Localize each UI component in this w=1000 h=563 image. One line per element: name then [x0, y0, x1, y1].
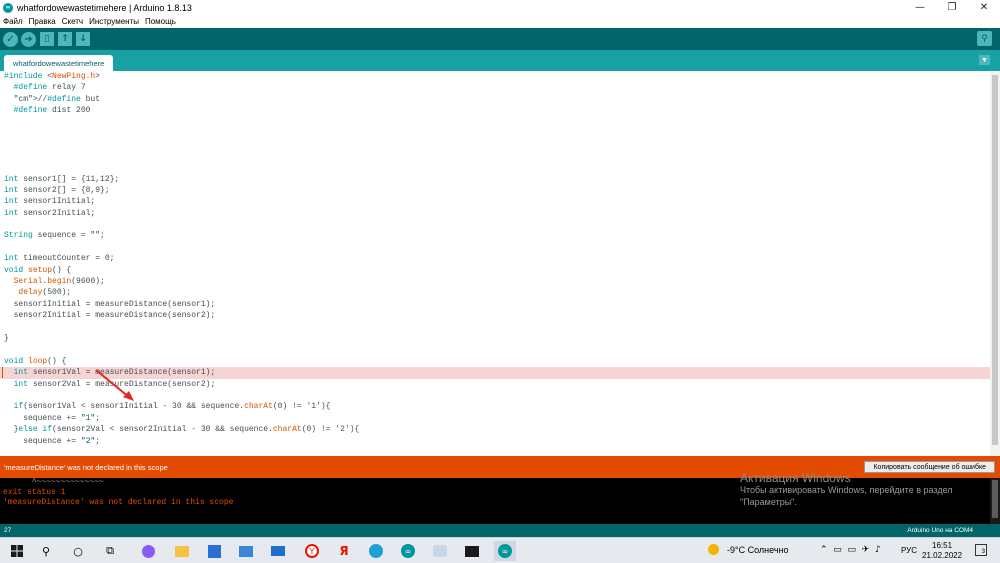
code-line[interactable]: }else if(sensor2Val < sensor2Initial - 3… — [0, 424, 990, 435]
system-tray-icons[interactable]: ⌃ ▭ ▭ ✈ ♪ — [820, 545, 881, 555]
editor-scrollbar[interactable] — [990, 71, 1000, 456]
yandex-icon[interactable]: Я — [336, 543, 352, 559]
code-line[interactable]: Serial.begin(9600); — [0, 276, 990, 287]
minimize-button[interactable]: — — [904, 0, 936, 15]
console-scrollbar-thumb[interactable] — [992, 480, 998, 518]
code-line[interactable]: void setup() { — [0, 265, 990, 276]
activation-line1: Чтобы активировать Windows, перейдите в … — [740, 485, 953, 495]
code-line[interactable]: int sensor1[] = {11,12}; — [0, 174, 990, 185]
photos-icon[interactable] — [238, 543, 254, 559]
menu-tools[interactable]: Инструменты — [86, 17, 142, 26]
close-button[interactable]: ✕ — [968, 0, 1000, 15]
red-arrow-annotation — [95, 369, 134, 401]
code-line[interactable] — [0, 344, 990, 355]
code-line[interactable]: #include <NewPing.h> — [0, 71, 990, 82]
arduino-taskbar-icon[interactable]: ∞ — [400, 543, 416, 559]
code-line[interactable]: delay(500); — [0, 287, 990, 298]
status-bar: 27 Arduino Uno на COM4 — [0, 524, 1000, 537]
code-line[interactable]: "cm">//#define but — [0, 94, 990, 105]
code-line[interactable] — [0, 162, 990, 173]
task-view-icon[interactable]: ⧉ — [102, 543, 118, 559]
weather-widget[interactable]: -9°C Солнечно — [708, 544, 789, 555]
edge-icon[interactable] — [368, 543, 384, 559]
maximize-button[interactable]: ❐ — [936, 0, 968, 15]
clock[interactable]: 16:51 21.02.2022 — [922, 541, 962, 561]
board-port: Arduino Uno на COM4 — [907, 527, 973, 534]
alice-icon[interactable] — [140, 543, 156, 559]
code-line[interactable]: int sensor1Initial; — [0, 196, 990, 207]
code-line[interactable]: int sensor2[] = {8,9}; — [0, 185, 990, 196]
menu-file[interactable]: Файл — [0, 17, 26, 26]
code-line[interactable]: sequence += "2"; — [0, 436, 990, 447]
arrow-up-icon[interactable]: ↑ — [58, 32, 72, 46]
input-language[interactable]: РУС — [901, 546, 917, 555]
code-line[interactable] — [0, 128, 990, 139]
clock-time: 16:51 — [932, 541, 953, 550]
file-explorer-icon[interactable] — [174, 543, 190, 559]
code-line[interactable]: } — [0, 333, 990, 344]
code-line[interactable]: sensor2Initial = measureDistance(sensor2… — [0, 310, 990, 321]
mail-icon[interactable] — [270, 543, 286, 559]
code-line[interactable] — [0, 322, 990, 333]
code-line[interactable]: int timeoutCounter = 0; — [0, 253, 990, 264]
cortana-icon[interactable]: ○ — [70, 543, 86, 559]
tab-menu-chevron-down-icon[interactable]: ▼ — [979, 55, 990, 65]
windows-start-icon[interactable] — [9, 543, 25, 559]
code-line[interactable] — [0, 242, 990, 253]
arrow-right-icon[interactable]: ➜ — [21, 31, 36, 47]
code-line[interactable]: #define relay 7 — [0, 82, 990, 93]
paint-icon[interactable] — [432, 543, 448, 559]
tab-bar: whatfordowewastetimehere ▼ — [0, 50, 1000, 71]
weather-text: -9°C Солнечно — [727, 544, 789, 555]
document-icon[interactable]: ▯ — [40, 32, 54, 46]
error-line-marker — [2, 367, 3, 379]
windows-activation-watermark: Активация Windows Чтобы активировать Win… — [740, 472, 953, 508]
code-line[interactable] — [0, 117, 990, 128]
terminal-icon[interactable] — [464, 543, 480, 559]
code-line[interactable]: String sequence = ""; — [0, 230, 990, 241]
code-line[interactable]: sensor1Initial = measureDistance(sensor1… — [0, 299, 990, 310]
arduino-active-icon[interactable]: ∞ — [494, 541, 516, 561]
code-line[interactable] — [0, 139, 990, 150]
code-line[interactable] — [0, 219, 990, 230]
window-title: whatfordowewastetimehere | Arduino 1.8.1… — [17, 2, 192, 13]
line-number: 27 — [4, 527, 12, 534]
arrow-down-icon[interactable]: ↓ — [76, 32, 90, 46]
menu-bar: Файл Правка Скетч Инструменты Помощь — [0, 15, 1000, 28]
menu-help[interactable]: Помощь — [142, 17, 179, 26]
magnifier-icon[interactable]: ⚲ — [977, 31, 992, 46]
yandex-browser-icon[interactable]: Y — [304, 543, 320, 559]
code-line[interactable]: int sensor2Initial; — [0, 208, 990, 219]
activation-title: Активация Windows — [740, 471, 851, 485]
activation-line2: "Параметры". — [740, 497, 797, 507]
code-line[interactable]: sequence += "1"; — [0, 413, 990, 424]
search-icon[interactable]: ⚲ — [38, 543, 54, 559]
console-scrollbar[interactable] — [990, 478, 1000, 524]
toolbar: ✓ ➜ ▯ ↑ ↓ ⚲ — [0, 28, 1000, 50]
scrollbar-thumb[interactable] — [992, 75, 998, 445]
tab-sketch[interactable]: whatfordowewastetimehere — [4, 55, 114, 71]
error-message: 'measureDistance' was not declared in th… — [4, 462, 168, 472]
check-icon[interactable]: ✓ — [3, 31, 18, 47]
sun-icon — [708, 544, 719, 555]
arduino-logo-icon: ∞ — [3, 2, 13, 13]
menu-edit[interactable]: Правка — [26, 17, 59, 26]
store-icon[interactable] — [206, 543, 222, 559]
menu-sketch[interactable]: Скетч — [59, 17, 86, 26]
notifications-icon[interactable]: 3 — [975, 544, 987, 556]
clock-date: 21.02.2022 — [922, 551, 963, 560]
taskbar: ⚲ ○ ⧉ Y Я ∞ ∞ -9°C Солнечно ⌃ ▭ ▭ ✈ ♪ РУ… — [0, 537, 1000, 563]
title-bar: ∞ whatfordowewastetimehere | Arduino 1.8… — [0, 0, 1000, 15]
code-line[interactable] — [0, 151, 990, 162]
code-line[interactable]: #define dist 200 — [0, 105, 990, 116]
